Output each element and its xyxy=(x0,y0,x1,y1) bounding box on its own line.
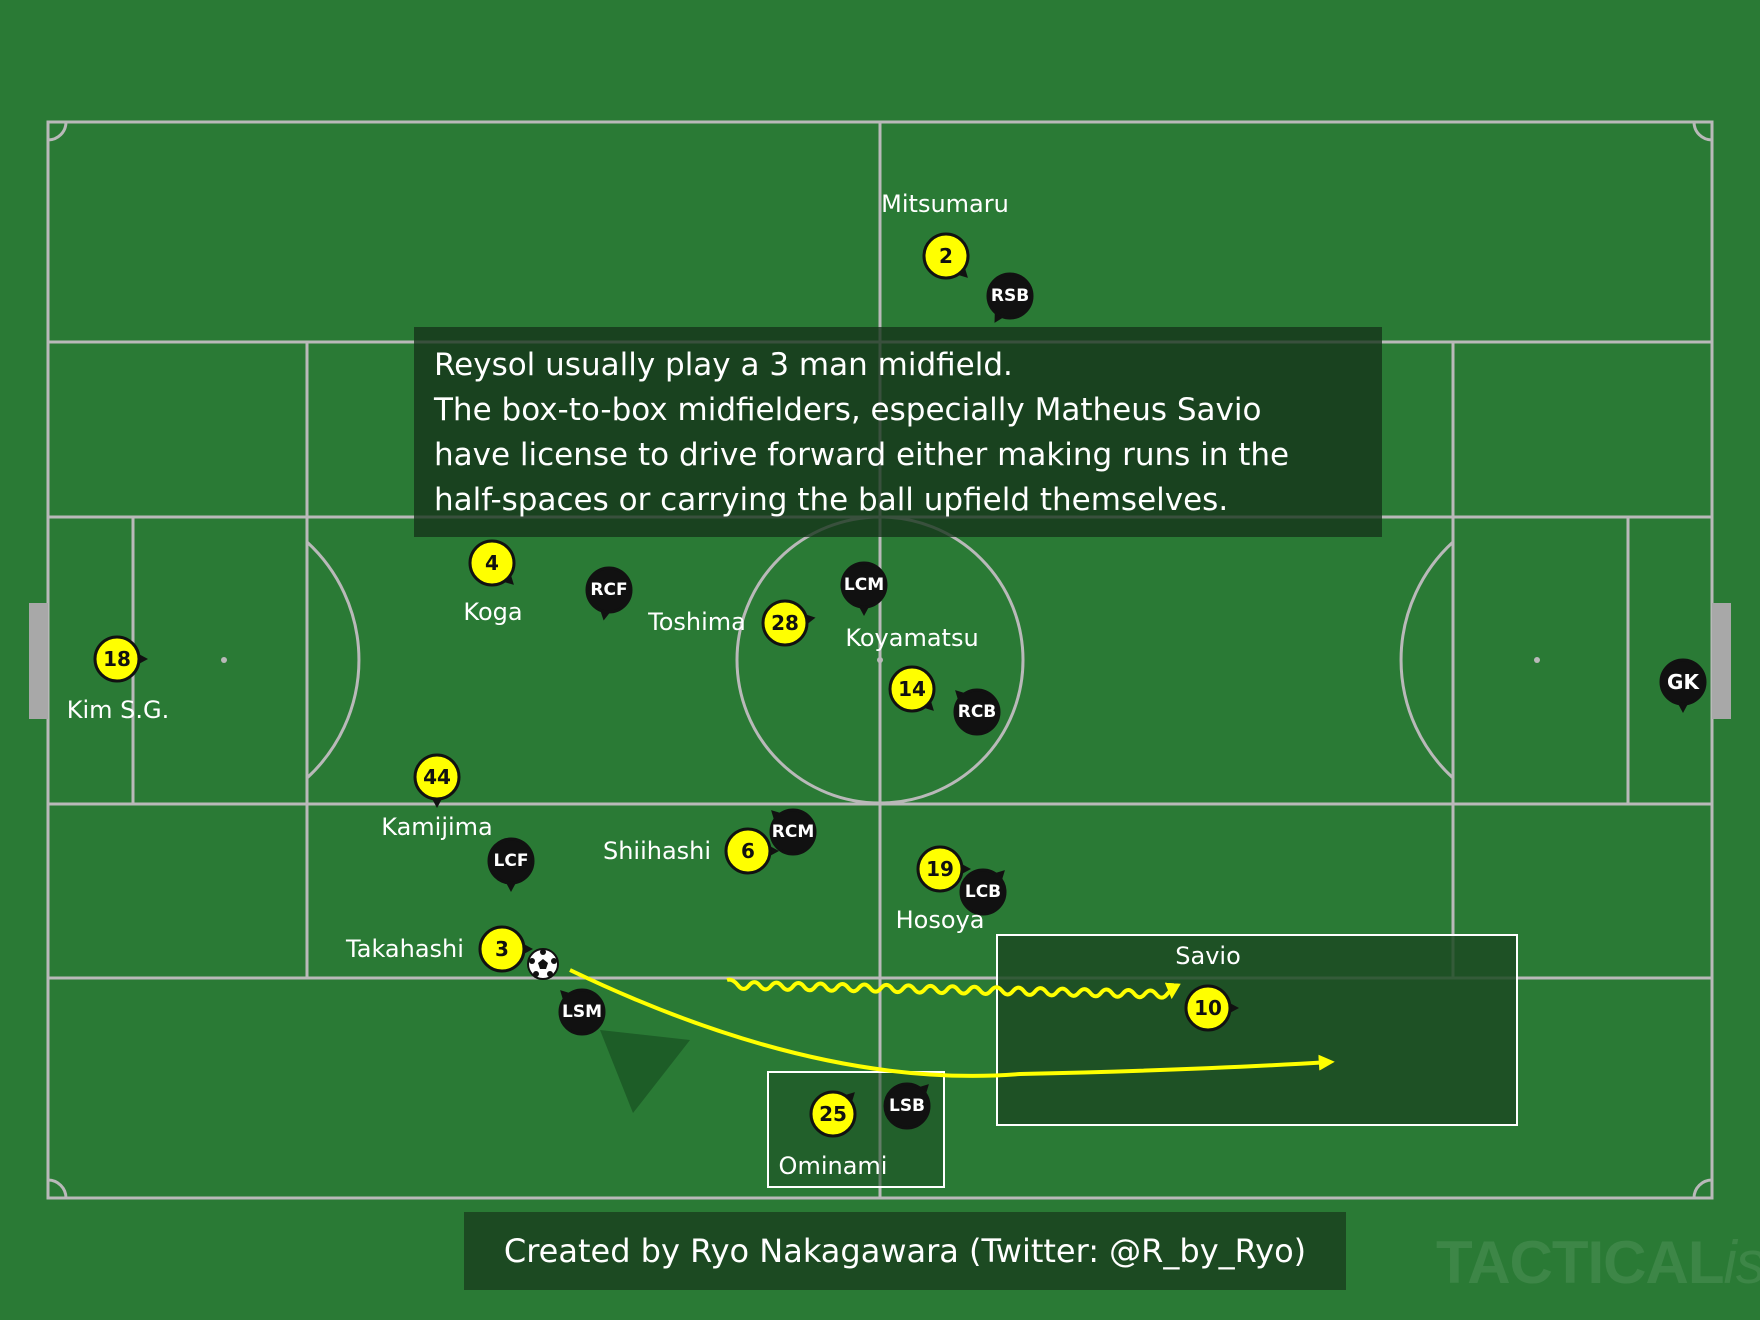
token-label: 28 xyxy=(771,611,799,635)
player-name-koga: Koga xyxy=(463,598,523,626)
player-name-hosoya: Hosoya xyxy=(895,906,985,934)
token-label: 44 xyxy=(423,765,451,789)
savio-zone xyxy=(996,934,1518,1126)
player-name-kamijima: Kamijima xyxy=(381,813,493,841)
player-name-shiihashi: Shiihashi xyxy=(602,837,712,865)
token-label: LCB xyxy=(965,882,1001,902)
token-label: 4 xyxy=(485,551,499,575)
right-goal xyxy=(1712,603,1731,719)
ball-icon xyxy=(527,948,559,980)
token-label: 14 xyxy=(898,677,926,701)
savio-zone-label: Savio xyxy=(1175,942,1241,970)
token-label: RCB xyxy=(958,702,997,722)
watermark-logo: TACTICALista xyxy=(1436,1229,1760,1296)
player-name-mitsumaru: Mitsumaru xyxy=(881,190,1009,218)
token-label: 25 xyxy=(819,1102,847,1126)
player-name-koyamatsu: Koyamatsu xyxy=(845,624,979,652)
player-name-kim: Kim S.G. xyxy=(66,696,170,724)
token-label: RCF xyxy=(590,580,627,600)
credit-banner: Created by Ryo Nakagawara (Twitter: @R_b… xyxy=(464,1212,1346,1290)
annotation-line: half-spaces or carrying the ball upfield… xyxy=(434,482,1229,518)
token-label: LCF xyxy=(494,851,529,871)
annotation-line: The box-to-box midfielders, especially M… xyxy=(434,392,1262,428)
token-label: 2 xyxy=(939,244,953,268)
annotation-line: have license to drive forward either mak… xyxy=(434,437,1290,473)
token-label: GK xyxy=(1667,670,1700,694)
token-label: LSM xyxy=(562,1002,602,1022)
token-label: RSB xyxy=(991,286,1029,306)
token-label: 10 xyxy=(1194,996,1222,1020)
token-label: RCM xyxy=(772,822,814,842)
token-label: 6 xyxy=(741,839,755,863)
left-goal xyxy=(29,603,48,719)
annotation-line: Reysol usually play a 3 man midfield. xyxy=(434,347,1013,383)
token-label: LCM xyxy=(844,575,884,595)
token-label: 19 xyxy=(926,857,954,881)
player-name-ominami: Ominami xyxy=(778,1152,888,1180)
token-label: LSB xyxy=(889,1096,925,1116)
player-name-takahashi: Takahashi xyxy=(346,935,464,963)
player-name-toshima: Toshima xyxy=(648,608,746,636)
token-label: 18 xyxy=(103,647,131,671)
token-label: 3 xyxy=(495,937,509,961)
annotation-box: Reysol usually play a 3 man midfield. Th… xyxy=(414,327,1382,537)
tactics-pitch: 18 4 28 44 6 3 2 14 19 10 25 RSB RCF LCM RCB LCF RCM LCB L… xyxy=(0,0,1760,1320)
